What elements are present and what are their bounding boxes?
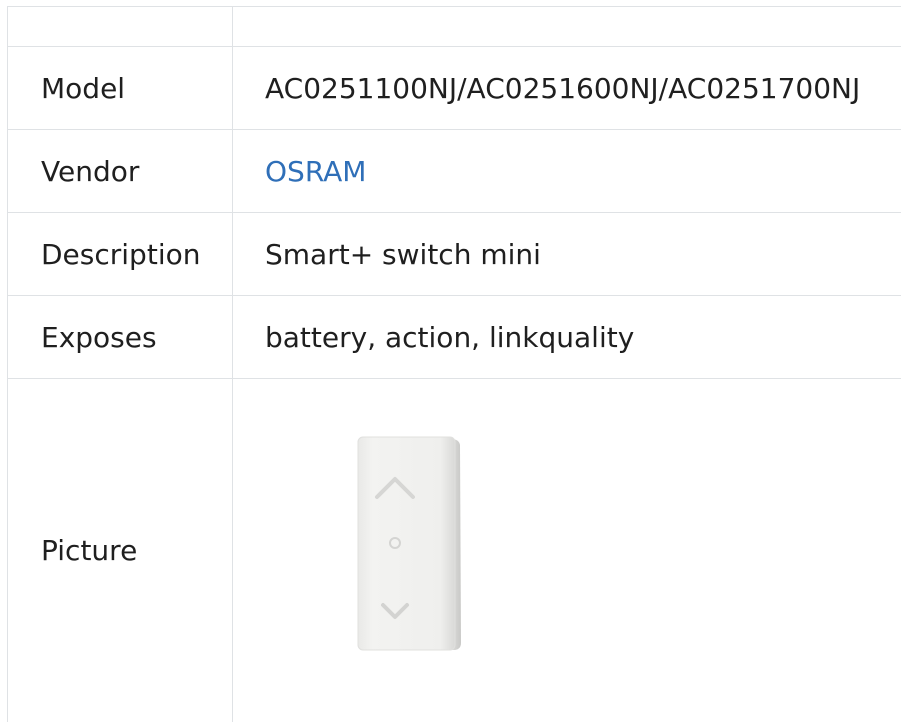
exposes-label: Exposes [7, 296, 233, 378]
device-info-table: Model AC0251100NJ/AC0251600NJ/AC0251700N… [7, 6, 901, 722]
table-row-picture: Picture [7, 379, 901, 722]
table-header-row [7, 6, 901, 47]
picture-label: Picture [7, 379, 233, 722]
table-row-description: Description Smart+ switch mini [7, 213, 901, 296]
header-value-cell [233, 7, 901, 46]
header-key-cell [7, 7, 233, 46]
description-value: Smart+ switch mini [265, 237, 541, 271]
switch-mini-device-image [355, 435, 465, 657]
device-illustration [357, 436, 461, 651]
table-row-vendor: Vendor OSRAM [7, 130, 901, 213]
vendor-value-cell: OSRAM [233, 130, 901, 212]
description-label: Description [7, 213, 233, 295]
picture-value-cell [233, 379, 901, 722]
vendor-link[interactable]: OSRAM [265, 155, 366, 188]
exposes-value: battery, action, linkquality [265, 320, 635, 354]
vendor-label: Vendor [7, 130, 233, 212]
model-label: Model [7, 47, 233, 129]
table-row-model: Model AC0251100NJ/AC0251600NJ/AC0251700N… [7, 47, 901, 130]
model-value: AC0251100NJ/AC0251600NJ/AC0251700NJ [265, 71, 861, 105]
table-row-exposes: Exposes battery, action, linkquality [7, 296, 901, 379]
